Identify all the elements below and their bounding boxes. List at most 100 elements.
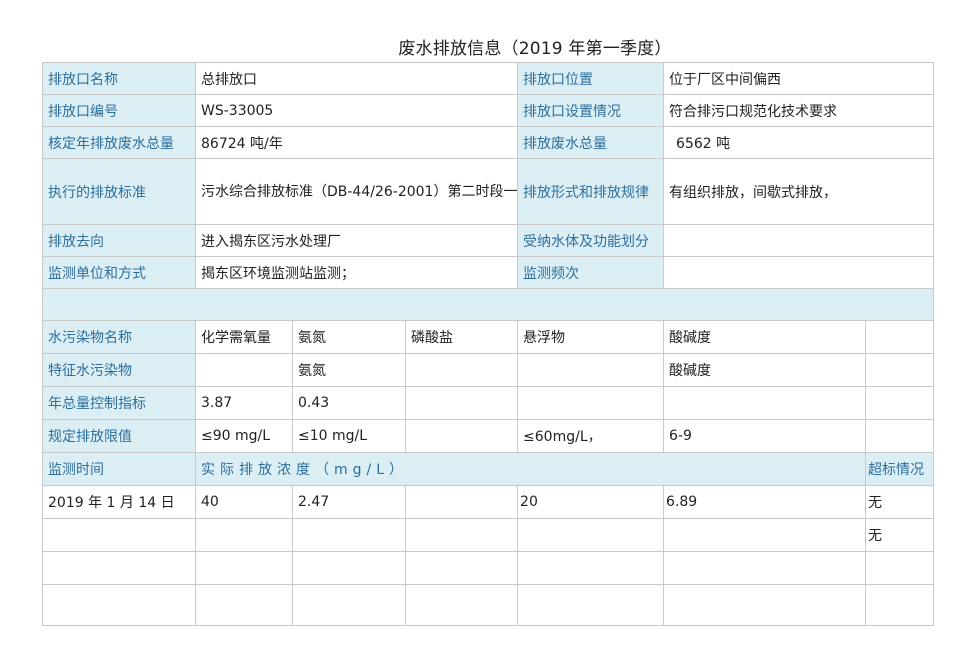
outlet-name-label: 排放口名称 bbox=[42, 62, 196, 95]
monitor-unit-value[interactable]: 揭东区环境监测站监测； bbox=[194, 256, 519, 289]
limit-cell[interactable]: ≤90 mg/L bbox=[195, 419, 293, 453]
outlet-name-value[interactable]: 总排放口 bbox=[194, 62, 519, 95]
annual-control-cell[interactable] bbox=[517, 386, 665, 420]
table-row: 执行的排放标准 污水综合排放标准（DB-44/26-2001）第二时段一级标准 … bbox=[42, 158, 935, 225]
approved-total-value[interactable]: 86724 吨/年 bbox=[194, 126, 519, 159]
monitor-time-header: 监测时间 bbox=[42, 452, 196, 486]
receiving-label: 受纳水体及功能划分 bbox=[517, 224, 665, 257]
feature-pollutant-label: 特征水污染物 bbox=[42, 353, 196, 387]
monitor-date-cell[interactable] bbox=[42, 584, 196, 626]
ss-cell[interactable] bbox=[517, 518, 665, 552]
pollutant-name-cell[interactable]: 悬浮物 bbox=[517, 320, 665, 354]
discharge-total-label: 排放废水总量 bbox=[517, 126, 665, 159]
outlet-setup-label: 排放口设置情况 bbox=[517, 94, 665, 127]
table-row: 无 bbox=[42, 518, 935, 552]
table-row bbox=[41, 288, 935, 321]
annual-control-cell[interactable] bbox=[865, 386, 935, 420]
table-row: 监测单位和方式 揭东区环境监测站监测； 监测频次 bbox=[42, 256, 935, 289]
ph-cell[interactable] bbox=[663, 584, 867, 626]
outlet-code-value[interactable]: WS-33005 bbox=[194, 94, 519, 127]
limit-cell[interactable] bbox=[865, 419, 935, 453]
feature-pollutant-cell[interactable] bbox=[517, 353, 665, 387]
exceed-cell[interactable]: 无 bbox=[865, 518, 935, 552]
outlet-position-value[interactable]: 位于厂区中间偏西 bbox=[663, 62, 935, 95]
receiving-value[interactable] bbox=[663, 224, 935, 257]
table-row: 规定排放限值 ≤90 mg/L ≤10 mg/L ≤60mg/L， 6-9 bbox=[42, 419, 935, 453]
nh3-cell[interactable] bbox=[292, 584, 406, 626]
table-row: 特征水污染物 氨氮 酸碱度 bbox=[42, 353, 935, 387]
concentration-header: 实际排放浓度（mg/L） bbox=[194, 452, 867, 486]
destination-label: 排放去向 bbox=[42, 224, 196, 257]
table-row: 年总量控制指标 3.87 0.43 bbox=[42, 386, 935, 420]
limit-cell[interactable]: ≤10 mg/L bbox=[292, 419, 406, 453]
limit-label: 规定排放限值 bbox=[42, 419, 196, 453]
destination-value[interactable]: 进入揭东区污水处理厂 bbox=[194, 224, 519, 257]
table-row bbox=[42, 584, 935, 626]
table-row bbox=[42, 551, 935, 585]
section-divider bbox=[41, 288, 935, 321]
monitor-date-cell[interactable] bbox=[42, 518, 196, 552]
annual-control-cell[interactable]: 3.87 bbox=[195, 386, 293, 420]
exceed-cell[interactable] bbox=[865, 584, 935, 626]
limit-cell[interactable] bbox=[404, 419, 519, 453]
feature-pollutant-cell[interactable] bbox=[865, 353, 935, 387]
ss-cell[interactable] bbox=[517, 584, 665, 626]
page-title: 废水排放信息（2019 年第一季度） bbox=[398, 39, 672, 59]
pollutant-name-cell[interactable]: 磷酸盐 bbox=[404, 320, 519, 354]
monitor-unit-label: 监测单位和方式 bbox=[42, 256, 196, 289]
exceed-header: 超标情况 bbox=[865, 452, 935, 486]
standard-label: 执行的排放标准 bbox=[42, 158, 196, 225]
table-row: 水污染物名称 化学需氧量 氨氮 磷酸盐 悬浮物 酸碱度 bbox=[42, 320, 935, 354]
monitor-date-cell[interactable] bbox=[42, 551, 196, 585]
po4-cell[interactable] bbox=[404, 518, 519, 552]
feature-pollutant-cell[interactable] bbox=[404, 353, 519, 387]
po4-cell[interactable] bbox=[404, 584, 519, 626]
pollutant-name-cell[interactable]: 酸碱度 bbox=[663, 320, 867, 354]
annual-control-cell[interactable] bbox=[404, 386, 519, 420]
ss-cell[interactable]: 20 bbox=[517, 485, 665, 519]
table-row: 排放口名称 总排放口 排放口位置 位于厂区中间偏西 bbox=[42, 62, 935, 95]
pattern-label: 排放形式和排放规律 bbox=[517, 158, 665, 225]
cod-cell[interactable] bbox=[195, 551, 293, 585]
standard-value[interactable]: 污水综合排放标准（DB-44/26-2001）第二时段一级标准 bbox=[194, 158, 519, 225]
annual-control-cell[interactable]: 0.43 bbox=[292, 386, 406, 420]
discharge-total-value[interactable]: 6562 吨 bbox=[663, 126, 935, 159]
pollutant-name-cell[interactable] bbox=[865, 320, 935, 354]
outlet-setup-value[interactable]: 符合排污口规范化技术要求 bbox=[663, 94, 935, 127]
outlet-code-label: 排放口编号 bbox=[42, 94, 196, 127]
po4-cell[interactable] bbox=[404, 485, 519, 519]
feature-pollutant-cell[interactable]: 氨氮 bbox=[292, 353, 406, 387]
po4-cell[interactable] bbox=[404, 551, 519, 585]
exceed-cell[interactable] bbox=[865, 551, 935, 585]
annual-control-label: 年总量控制指标 bbox=[42, 386, 196, 420]
nh3-cell[interactable] bbox=[292, 518, 406, 552]
approved-total-label: 核定年排放废水总量 bbox=[42, 126, 196, 159]
annual-control-cell[interactable] bbox=[663, 386, 867, 420]
pollutant-name-cell[interactable]: 氨氮 bbox=[292, 320, 406, 354]
nh3-cell[interactable]: 2.47 bbox=[292, 485, 406, 519]
monitor-date-cell[interactable]: 2019 年 1 月 14 日 bbox=[42, 485, 196, 519]
nh3-cell[interactable] bbox=[292, 551, 406, 585]
outlet-position-label: 排放口位置 bbox=[517, 62, 665, 95]
ph-cell[interactable]: 6.89 bbox=[663, 485, 867, 519]
limit-cell[interactable]: ≤60mg/L， bbox=[517, 419, 665, 453]
feature-pollutant-cell[interactable]: 酸碱度 bbox=[663, 353, 867, 387]
pattern-value[interactable]: 有组织排放，间歇式排放， bbox=[663, 158, 935, 225]
exceed-cell[interactable]: 无 bbox=[865, 485, 935, 519]
cod-cell[interactable] bbox=[195, 584, 293, 626]
table-row: 排放去向 进入揭东区污水处理厂 受纳水体及功能划分 bbox=[42, 224, 935, 257]
cod-cell[interactable] bbox=[195, 518, 293, 552]
table-row: 2019 年 1 月 14 日 40 2.47 20 6.89 无 bbox=[42, 485, 935, 519]
table-row: 监测时间 实际排放浓度（mg/L） 超标情况 bbox=[42, 452, 935, 486]
limit-cell[interactable]: 6-9 bbox=[663, 419, 867, 453]
monitor-freq-value[interactable] bbox=[663, 256, 935, 289]
ph-cell[interactable] bbox=[663, 518, 867, 552]
table-row: 核定年排放废水总量 86724 吨/年 排放废水总量 6562 吨 bbox=[42, 126, 935, 159]
pollutant-name-cell[interactable]: 化学需氧量 bbox=[195, 320, 293, 354]
table-row: 排放口编号 WS-33005 排放口设置情况 符合排污口规范化技术要求 bbox=[42, 94, 935, 127]
wastewater-table: 排放口名称 总排放口 排放口位置 位于厂区中间偏西 排放口编号 WS-33005… bbox=[41, 62, 935, 626]
ss-cell[interactable] bbox=[517, 551, 665, 585]
cod-cell[interactable]: 40 bbox=[195, 485, 293, 519]
ph-cell[interactable] bbox=[663, 551, 867, 585]
feature-pollutant-cell[interactable] bbox=[195, 353, 293, 387]
